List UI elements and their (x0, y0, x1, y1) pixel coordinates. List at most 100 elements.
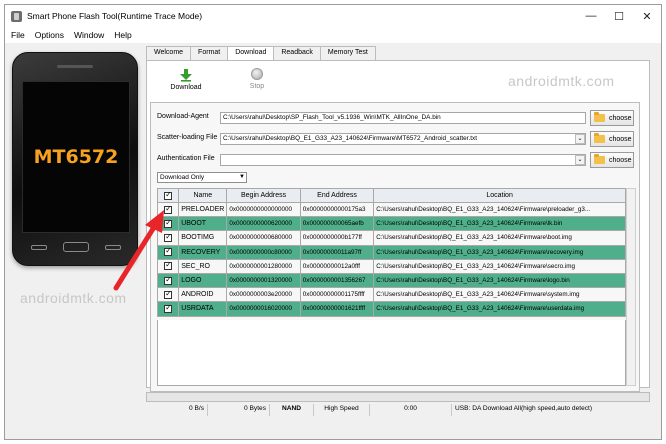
menu-options[interactable]: Options (35, 30, 64, 40)
status-time: 0:00 (370, 404, 452, 416)
row-checkbox[interactable] (156, 301, 180, 317)
partition-name: SEC_RO (178, 258, 228, 274)
menu-help[interactable]: Help (114, 30, 131, 40)
partition-name: RECOVERY (178, 244, 228, 260)
download-label: Download (170, 84, 202, 91)
tab-bar: Welcome Format Download Readback Memory … (146, 46, 376, 61)
watermark-left: androidmtk.com (20, 290, 127, 306)
row-checkbox[interactable] (156, 287, 180, 303)
table-row[interactable]: RECOVERY0x0000000000c800000x00000000011a… (156, 244, 626, 260)
choose-label: choose (609, 135, 632, 143)
partition-table: Name Begin Address End Address Location … (156, 188, 626, 317)
download-mode-value: Download Only (160, 174, 205, 181)
tab-welcome[interactable]: Welcome (146, 46, 192, 60)
title-bar: Smart Phone Flash Tool(Runtime Trace Mod… (5, 5, 661, 27)
row-checkbox[interactable] (156, 216, 180, 232)
auth-file-field[interactable] (220, 154, 586, 166)
end-address: 0x00000000000175a3 (299, 201, 375, 218)
begin-address: 0x0000000016020000 (226, 301, 301, 317)
maximize-button[interactable]: ☐ (605, 5, 633, 27)
stop-icon (251, 68, 263, 80)
menu-file[interactable]: File (11, 30, 25, 40)
file-location[interactable]: C:\Users\rahul\Desktop\BQ_E1_G33_A23_140… (373, 287, 626, 303)
auth-dropdown-icon[interactable]: ⌄ (575, 155, 585, 165)
row-checkbox[interactable] (156, 244, 180, 260)
download-agent-label: Download-Agent (157, 113, 209, 120)
download-arrow-icon (180, 69, 192, 82)
end-address: 0x0000000001356267 (299, 272, 375, 289)
menu-bar: File Options Window Help (5, 27, 661, 43)
file-location[interactable]: C:\Users\rahul\Desktop\BQ_E1_G33_A23_140… (373, 301, 626, 317)
close-button[interactable]: ✕ (633, 5, 661, 27)
table-scrollbar[interactable] (626, 188, 636, 386)
file-location[interactable]: C:\Users\rahul\Desktop\BQ_E1_G33_A23_140… (373, 272, 626, 289)
folder-icon (594, 154, 605, 164)
file-location[interactable]: C:\Users\rahul\Desktop\BQ_E1_G33_A23_140… (373, 201, 626, 218)
choose-auth-button[interactable]: choose (590, 152, 634, 168)
auth-file-label: Authentication File (157, 155, 215, 162)
select-all-checkbox[interactable] (156, 188, 180, 203)
file-location[interactable]: C:\Users\rahul\Desktop\BQ_E1_G33_A23_140… (373, 244, 626, 260)
scatter-dropdown-icon[interactable]: ⌄ (575, 134, 585, 144)
begin-address: 0x0000000001280000 (226, 258, 301, 274)
col-end-address: End Address (299, 188, 375, 203)
begin-address: 0x0000000003e20000 (226, 287, 301, 303)
phone-speaker (57, 65, 93, 68)
row-checkbox[interactable] (156, 201, 180, 218)
begin-address: 0x0000000000620000 (226, 216, 301, 232)
download-agent-field[interactable]: C:\Users\rahul\Desktop\SP_Flash_Tool_v5.… (220, 112, 586, 124)
table-row[interactable]: UBOOT0x00000000006200000x000000000065aef… (156, 216, 626, 232)
choose-download-agent-button[interactable]: choose (590, 110, 634, 126)
status-speed: 0 B/s (146, 404, 208, 416)
chip-label: MT6572 (33, 146, 119, 168)
choose-scatter-button[interactable]: choose (590, 131, 634, 147)
row-checkbox[interactable] (156, 272, 180, 289)
status-storage: NAND (270, 404, 314, 416)
tab-memory-test[interactable]: Memory Test (319, 46, 376, 60)
stop-label: Stop (249, 83, 265, 90)
end-address: 0x00000000001621ffff (299, 301, 375, 317)
watermark-top: androidmtk.com (508, 73, 615, 89)
table-row[interactable]: ANDROID0x0000000003e200000x0000000000117… (156, 287, 626, 303)
partition-name: BOOTIMG (178, 230, 228, 246)
table-header-row: Name Begin Address End Address Location (156, 188, 626, 203)
file-location[interactable]: C:\Users\rahul\Desktop\BQ_E1_G33_A23_140… (373, 230, 626, 246)
partition-name: USRDATA (178, 301, 228, 317)
window-controls: — ☐ ✕ (577, 5, 661, 27)
end-address: 0x00000000012a0fff (299, 258, 375, 274)
end-address: 0x00000000011a97ff (299, 244, 375, 260)
table-row[interactable]: SEC_RO0x00000000012800000x00000000012a0f… (156, 258, 626, 274)
download-mode-select[interactable]: Download Only ▼ (157, 172, 247, 183)
window-title: Smart Phone Flash Tool(Runtime Trace Mod… (27, 11, 203, 21)
phone-illustration: MT6572 (12, 52, 140, 272)
table-row[interactable]: LOGO0x00000000013200000x0000000001356267… (156, 272, 626, 289)
table-row[interactable]: BOOTIMG0x00000000006800000x0000000000b17… (156, 230, 626, 246)
back-key-icon (105, 244, 121, 250)
row-checkbox[interactable] (156, 230, 180, 246)
scatter-file-field[interactable]: C:\Users\rahul\Desktop\BQ_E1_G33_A23_140… (220, 133, 586, 145)
tab-download[interactable]: Download (227, 46, 275, 61)
file-location[interactable]: C:\Users\rahul\Desktop\BQ_E1_G33_A23_140… (373, 258, 626, 274)
file-location[interactable]: C:\Users\rahul\Desktop\BQ_E1_G33_A23_140… (373, 216, 626, 232)
scatter-file-label: Scatter-loading File (157, 134, 218, 141)
tab-readback[interactable]: Readback (273, 46, 321, 60)
minimize-button[interactable]: — (577, 5, 605, 27)
row-checkbox[interactable] (156, 258, 180, 274)
partition-name: UBOOT (178, 216, 228, 232)
table-empty-area (157, 320, 626, 386)
table-row[interactable]: PRELOADER0x00000000000000000x00000000000… (156, 201, 626, 218)
table-row[interactable]: USRDATA0x00000000160200000x0000000000162… (156, 301, 626, 317)
status-usb-speed: High Speed (314, 404, 370, 416)
partition-name: LOGO (178, 272, 228, 289)
choose-label: choose (609, 156, 632, 164)
begin-address: 0x0000000000000000 (226, 201, 301, 218)
folder-icon (594, 112, 605, 122)
begin-address: 0x0000000000c80000 (226, 244, 301, 260)
download-button[interactable]: Download (166, 68, 206, 91)
stop-button[interactable]: Stop (237, 68, 277, 90)
end-address: 0x000000000065aefb (299, 216, 375, 232)
tab-format[interactable]: Format (190, 46, 229, 60)
choose-label: choose (609, 114, 632, 122)
menu-window[interactable]: Window (74, 30, 104, 40)
col-begin-address: Begin Address (226, 188, 301, 203)
